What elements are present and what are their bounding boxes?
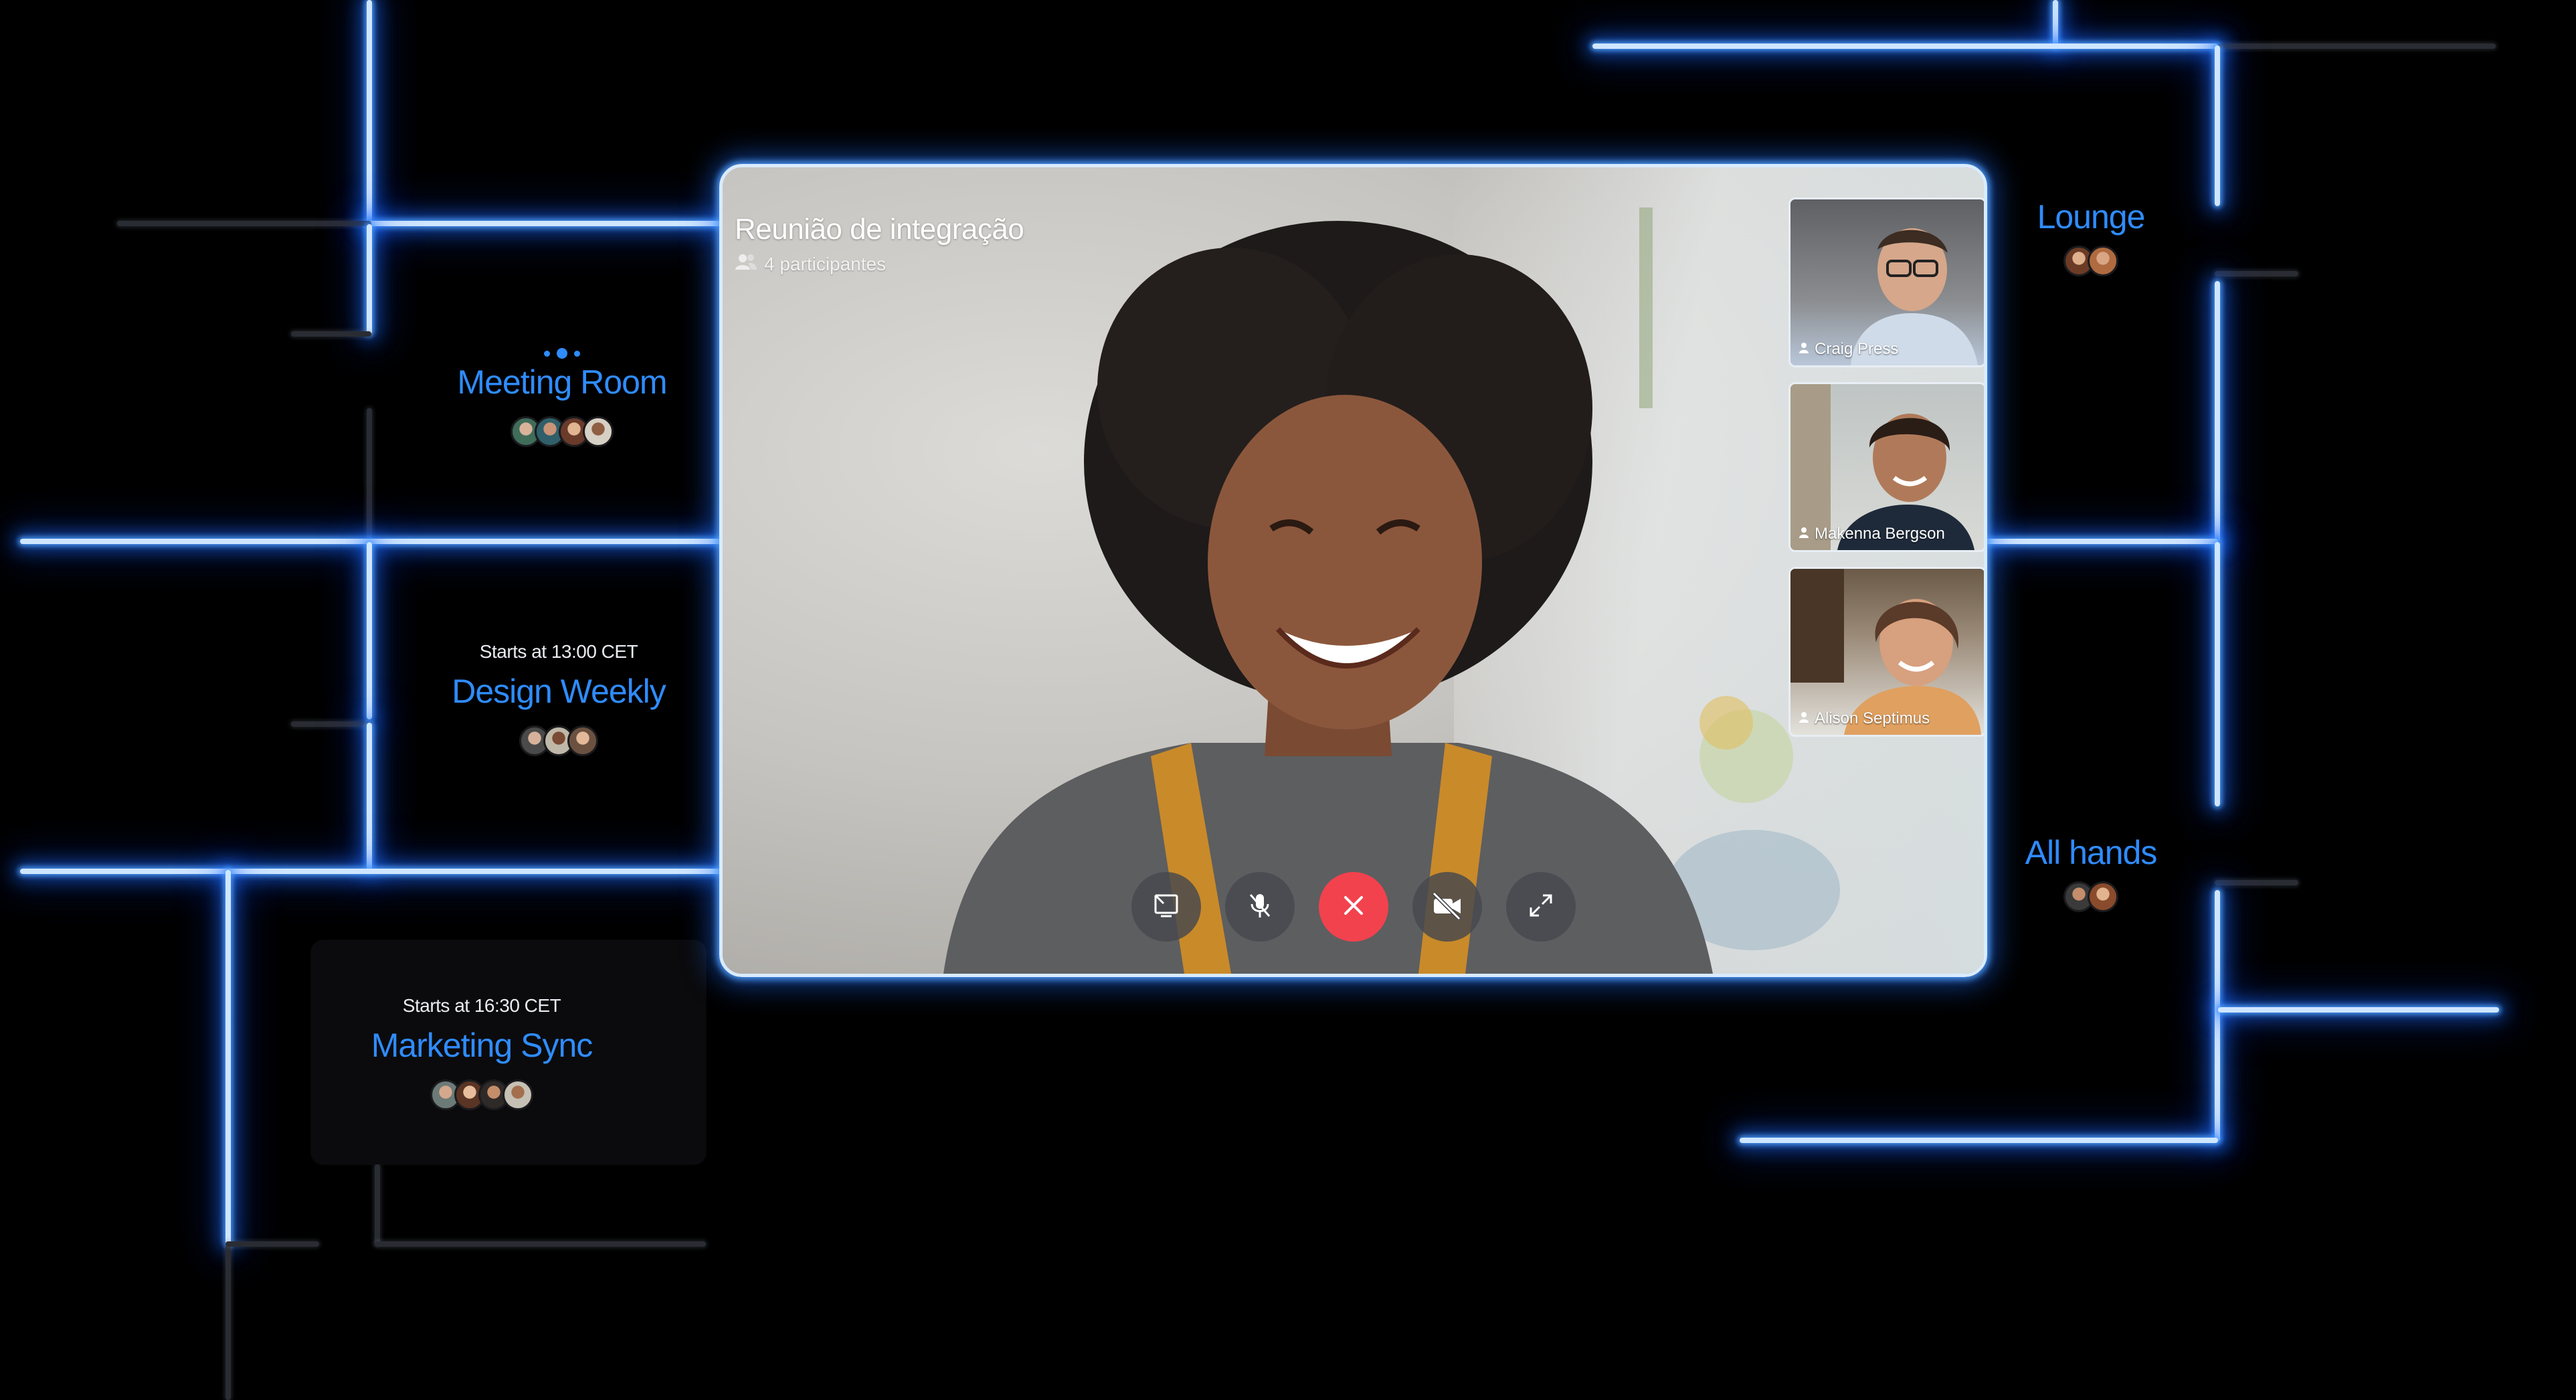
screen-share-button[interactable] bbox=[1131, 872, 1201, 942]
participant-name: Craig Press bbox=[1799, 340, 1898, 359]
grid-line bbox=[1740, 1138, 2218, 1143]
grid-line bbox=[1592, 43, 2218, 49]
participant-tile[interactable]: Alison Septimus bbox=[1788, 567, 1984, 737]
video-call-window: Reunião de integração 4 participantes Cr… bbox=[719, 164, 1987, 977]
room-avatars bbox=[425, 725, 693, 756]
grid-line bbox=[225, 1241, 319, 1247]
call-title: Reunião de integração bbox=[735, 213, 1024, 246]
participant-name: Makenna Bergson bbox=[1799, 525, 1945, 543]
participant-count: 4 participantes bbox=[735, 253, 886, 275]
avatar bbox=[567, 725, 598, 756]
grid-line bbox=[2215, 542, 2220, 806]
room-title: All hands bbox=[2025, 834, 2158, 871]
grid-line bbox=[2215, 46, 2220, 206]
avatar bbox=[502, 1079, 533, 1110]
room-title: Marketing Sync bbox=[371, 1027, 593, 1064]
room-avatars bbox=[1991, 246, 2191, 276]
grid-line bbox=[367, 408, 372, 539]
room-avatars bbox=[1991, 881, 2191, 912]
participant-thumbnails: Craig Press Makenna Bergson Alison Septi… bbox=[1783, 197, 1984, 752]
avatar bbox=[2088, 246, 2118, 276]
end-call-button[interactable] bbox=[1318, 872, 1388, 942]
mute-microphone-button[interactable] bbox=[1224, 872, 1295, 942]
room-avatars bbox=[348, 1079, 616, 1110]
screen-share-icon bbox=[1150, 889, 1182, 925]
fullscreen-button[interactable] bbox=[1505, 872, 1576, 942]
room-all-hands[interactable]: All hands bbox=[1991, 833, 2191, 912]
room-avatars bbox=[428, 416, 696, 447]
grid-line bbox=[291, 331, 371, 337]
room-title: Meeting Room bbox=[457, 363, 667, 401]
room-lounge[interactable]: Lounge bbox=[1991, 197, 2191, 276]
camera-off-button[interactable] bbox=[1412, 872, 1482, 942]
grid-line bbox=[291, 721, 371, 727]
room-start-time: Starts at 16:30 CET bbox=[402, 995, 561, 1016]
grid-line bbox=[367, 542, 372, 719]
grid-line bbox=[117, 221, 371, 226]
grid-line bbox=[2215, 890, 2220, 1141]
microphone-off-icon bbox=[1244, 889, 1276, 925]
participant-tile[interactable]: Makenna Bergson bbox=[1788, 382, 1984, 552]
participant-count-label: 4 participantes bbox=[764, 253, 887, 274]
user-icon bbox=[1799, 525, 1809, 543]
room-meeting-room[interactable]: Meeting Room bbox=[428, 348, 696, 447]
grid-line bbox=[2215, 880, 2298, 885]
user-icon bbox=[1799, 709, 1809, 728]
call-controls bbox=[723, 872, 1984, 942]
participant-tile[interactable]: Craig Press bbox=[1788, 197, 1984, 367]
grid-line bbox=[2215, 281, 2220, 542]
room-start-time: Starts at 13:00 CET bbox=[479, 641, 638, 662]
participant-name: Alison Septimus bbox=[1799, 709, 1930, 728]
expand-icon bbox=[1525, 889, 1557, 925]
people-icon bbox=[735, 253, 757, 275]
grid-line bbox=[2218, 43, 2496, 49]
room-title: Design Weekly bbox=[452, 673, 666, 710]
grid-line bbox=[367, 221, 721, 226]
grid-line bbox=[2215, 271, 2298, 276]
grid-line bbox=[367, 224, 372, 335]
grid-line bbox=[225, 1245, 231, 1400]
room-title: Lounge bbox=[2037, 198, 2146, 236]
avatar bbox=[2088, 881, 2118, 912]
avatar bbox=[583, 416, 614, 447]
grid-line bbox=[2218, 1007, 2499, 1013]
grid-line bbox=[225, 870, 231, 1245]
room-marketing-sync[interactable]: Starts at 16:30 CET Marketing Sync bbox=[348, 995, 616, 1110]
grid-line bbox=[367, 0, 372, 224]
grid-line bbox=[1977, 539, 2218, 544]
user-icon bbox=[1799, 340, 1809, 359]
active-indicator bbox=[428, 348, 696, 359]
camera-off-icon bbox=[1430, 889, 1465, 925]
room-design-weekly[interactable]: Starts at 13:00 CET Design Weekly bbox=[425, 641, 693, 756]
grid-line bbox=[375, 1164, 380, 1245]
grid-line bbox=[2053, 0, 2058, 47]
grid-line bbox=[375, 1241, 706, 1247]
grid-line bbox=[20, 869, 723, 874]
close-icon bbox=[1338, 889, 1370, 925]
grid-line bbox=[367, 723, 372, 870]
